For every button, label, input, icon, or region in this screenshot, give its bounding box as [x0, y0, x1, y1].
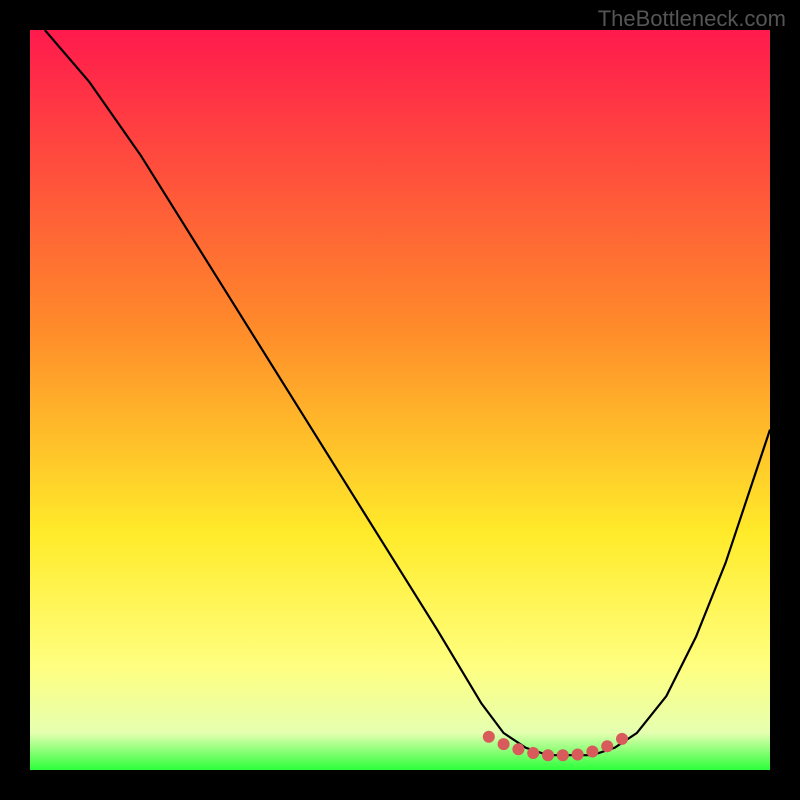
highlight-dot: [527, 747, 539, 759]
chart-plot-area: [30, 30, 770, 770]
highlight-dot: [512, 743, 524, 755]
gradient-background: [30, 30, 770, 770]
highlight-dot: [557, 749, 569, 761]
highlight-dot: [616, 733, 628, 745]
highlight-dot: [572, 749, 584, 761]
highlight-dot: [542, 749, 554, 761]
highlight-dot: [483, 731, 495, 743]
highlight-dot: [498, 738, 510, 750]
chart-svg: [30, 30, 770, 770]
highlight-dot: [586, 746, 598, 758]
watermark-text: TheBottleneck.com: [598, 6, 786, 32]
highlight-dot: [601, 740, 613, 752]
